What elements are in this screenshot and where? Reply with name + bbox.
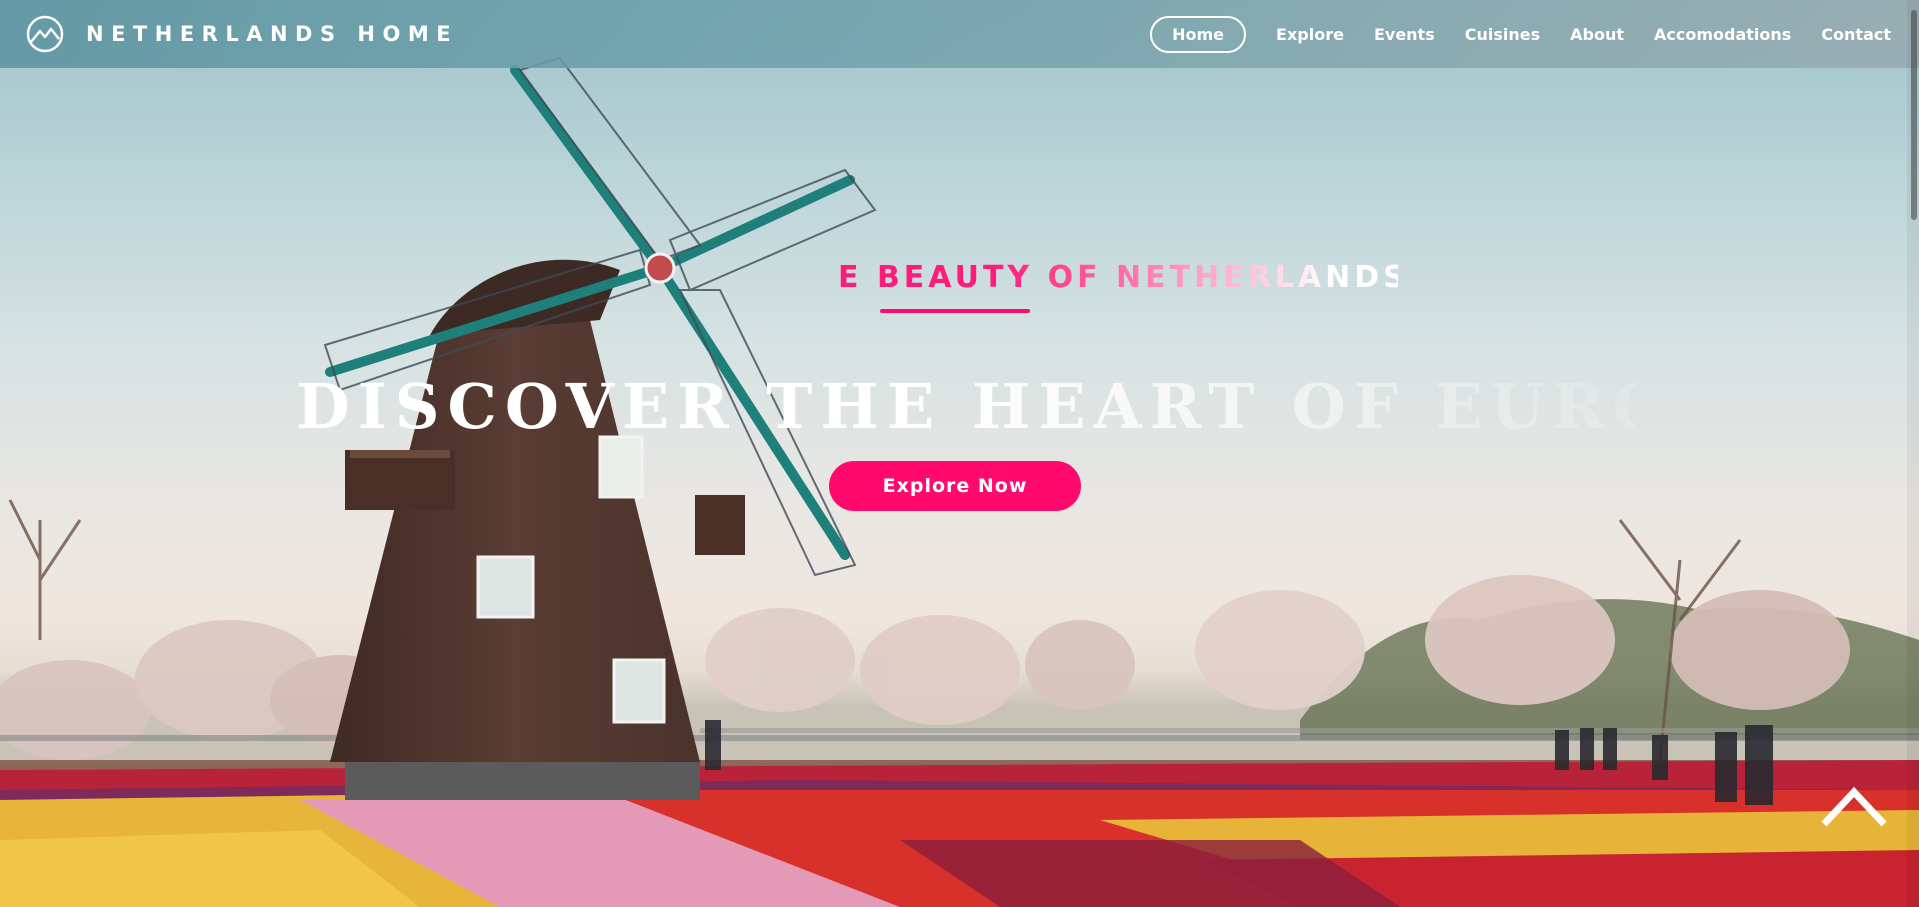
mountain-circle-icon [26,15,64,53]
subtitle-underline [880,309,1030,313]
top-navbar: NETHERLANDS HOME Home Explore Events Cui… [0,0,1919,68]
nav-item-home[interactable]: Home [1150,15,1247,53]
hero-subtitle: E BEAUTY OF NETHERLANDS [838,260,1398,302]
nav-item-events[interactable]: Events [1374,18,1435,51]
nav-item-contact[interactable]: Contact [1821,18,1891,51]
main-nav: Home Explore Events Cuisines About Accom… [1150,0,1891,68]
windmill [330,259,745,800]
brand-name: NETHERLANDS HOME [86,22,459,46]
page-scrollbar[interactable] [1907,0,1919,907]
hero-background [0,0,1919,907]
nav-item-about[interactable]: About [1570,18,1624,51]
back-to-top-button[interactable] [1820,782,1888,830]
nav-item-cuisines[interactable]: Cuisines [1465,18,1540,51]
chevron-up-icon [1821,786,1887,827]
scrollbar-thumb[interactable] [1911,10,1917,220]
explore-now-button[interactable]: Explore Now [829,461,1081,511]
tulip-field [0,760,1919,907]
nav-item-explore[interactable]: Explore [1276,18,1344,51]
hero-scene-image [0,56,1919,907]
nav-item-accomodations[interactable]: Accomodations [1654,18,1791,51]
brand[interactable]: NETHERLANDS HOME [26,15,458,53]
hero-headline: DISCOVER THE HEART OF EUROPE [296,370,1785,443]
